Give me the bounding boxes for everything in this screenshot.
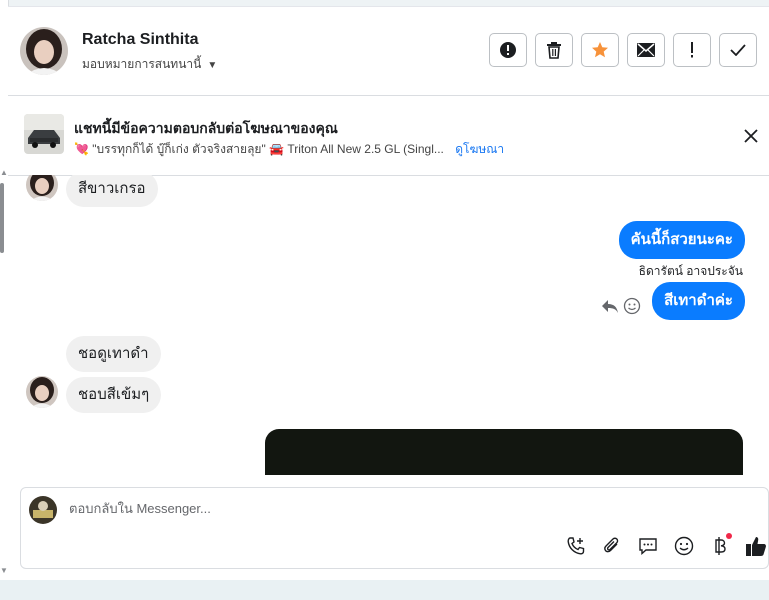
- car-emoji: 🚘: [269, 142, 285, 156]
- trash-icon: [547, 42, 561, 59]
- view-ad-link[interactable]: ดูโฆษณา: [455, 142, 504, 156]
- action-toolbar: [489, 33, 757, 67]
- mark-done-button[interactable]: [719, 33, 757, 67]
- smiley-icon: [674, 536, 694, 556]
- baht-icon: [715, 537, 726, 555]
- notification-dot: [726, 533, 732, 539]
- ad-banner-title: แชทนี้มีข้อความตอบกลับต่อโฆษณาของคุณ: [74, 120, 338, 136]
- react-emoji-icon[interactable]: [623, 297, 641, 315]
- page-footer-strip: [0, 580, 769, 600]
- message-incoming[interactable]: ชอดูเทาดำ: [66, 336, 161, 372]
- contact-avatar-small: [26, 175, 58, 201]
- spam-button[interactable]: [489, 33, 527, 67]
- scroll-up-arrow[interactable]: ▲: [0, 168, 8, 177]
- contact-name: Ratcha Sinthita: [82, 31, 199, 48]
- delete-button[interactable]: [535, 33, 573, 67]
- message-outgoing[interactable]: สีเทาดำค่ะ: [652, 282, 745, 320]
- page-avatar: [29, 496, 57, 524]
- reply-icon[interactable]: [601, 298, 619, 314]
- message-tools: [601, 297, 641, 315]
- message-thread[interactable]: สีขาวเกรอ คันนี้ก็สวยนะคะ ธิดารัตน์ อาจป…: [8, 175, 769, 475]
- message-incoming[interactable]: สีขาวเกรอ: [66, 175, 158, 207]
- mail-icon: [637, 43, 655, 57]
- follow-up-button[interactable]: [673, 33, 711, 67]
- like-button[interactable]: [744, 534, 768, 558]
- mark-unread-button[interactable]: [627, 33, 665, 67]
- assign-conversation-dropdown[interactable]: มอบหมายการสนทนานี้ ▼: [82, 55, 217, 74]
- star-icon: [592, 42, 608, 58]
- contact-avatar-small: [26, 376, 58, 408]
- ad-caption: "บรรทุกก็ได้ บู๊ก็เก่ง ตัวจริงสายลุย": [92, 142, 266, 156]
- attach-button[interactable]: [600, 534, 624, 558]
- close-icon: [744, 129, 758, 143]
- scroll-down-arrow[interactable]: ▼: [0, 566, 8, 575]
- reply-input[interactable]: [67, 500, 671, 517]
- chat-bubble-icon: [639, 538, 657, 556]
- saved-replies-button[interactable]: [636, 534, 660, 558]
- exclamation-icon: [691, 42, 693, 58]
- sender-name: ธิดารัตน์ อาจประจัน: [638, 264, 743, 278]
- scroll-thumb[interactable]: [0, 183, 4, 253]
- contact-avatar[interactable]: [20, 27, 68, 75]
- close-banner-button[interactable]: [741, 126, 761, 146]
- conversation-header: Ratcha Sinthita มอบหมายการสนทนานี้ ▼: [8, 7, 769, 96]
- heart-emoji: 💘: [74, 142, 89, 156]
- conversation-panel: Ratcha Sinthita มอบหมายการสนทนานี้ ▼ แชท…: [8, 6, 769, 581]
- thumbs-up-icon: [746, 537, 766, 556]
- payment-button[interactable]: [708, 533, 732, 558]
- emoji-button[interactable]: [672, 534, 696, 558]
- ad-caption-line: 💘 "บรรทุกก็ได้ บู๊ก็เก่ง ตัวจริงสายลุย" …: [74, 140, 504, 159]
- ad-thumbnail[interactable]: [24, 114, 64, 154]
- paperclip-icon: [604, 537, 619, 553]
- composer-toolbar: [564, 533, 768, 558]
- spam-icon: [500, 42, 516, 58]
- message-outgoing[interactable]: คันนี้ก็สวยนะคะ: [618, 221, 745, 259]
- reply-composer: [20, 487, 769, 569]
- ad-reply-banner: แชทนี้มีข้อความตอบกลับต่อโฆษณาของคุณ 💘 "…: [8, 96, 769, 176]
- caret-down-icon: ▼: [207, 60, 218, 71]
- phone-plus-icon: [567, 537, 585, 555]
- star-button[interactable]: [581, 33, 619, 67]
- check-icon: [730, 44, 746, 56]
- message-incoming[interactable]: ชอบสีเข้มๆ: [66, 377, 162, 413]
- image-attachment[interactable]: [265, 429, 743, 475]
- assign-label: มอบหมายการสนทนานี้: [82, 57, 202, 71]
- ad-product: Triton All New 2.5 GL (Singl...: [287, 142, 444, 156]
- call-button[interactable]: [564, 534, 588, 558]
